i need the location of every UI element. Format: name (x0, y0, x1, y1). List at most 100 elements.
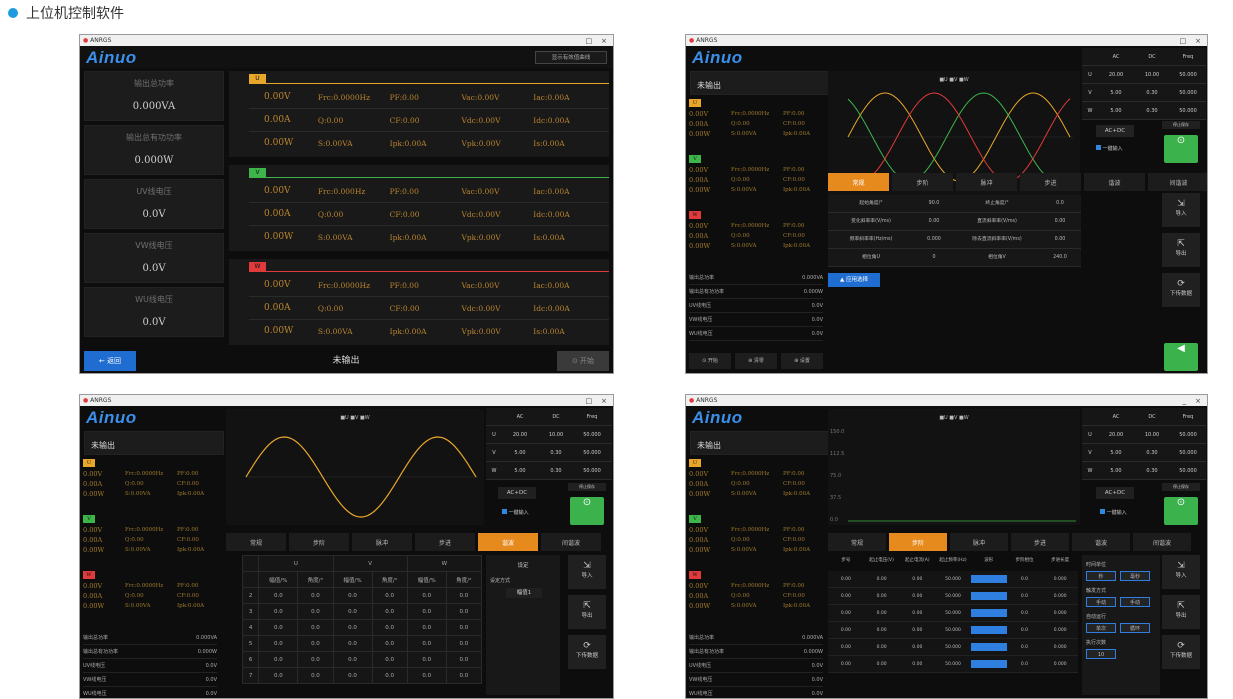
mode-tab[interactable]: 步进 (415, 533, 475, 551)
apply-green-button[interactable]: ⊙ (1164, 497, 1198, 525)
step-cell[interactable]: 0.00 (899, 594, 935, 599)
apply-selection-button[interactable]: ▲ 应用选择 (828, 273, 880, 287)
harmonic-cell[interactable]: 0.0 (406, 603, 447, 620)
mode-tab[interactable]: 步阶 (289, 533, 349, 551)
ac-dc-select[interactable]: AC+DC (498, 487, 536, 499)
harmonic-cell[interactable]: 0.0 (371, 587, 408, 604)
harmonic-cell[interactable]: 0.0 (258, 635, 299, 652)
step-cell[interactable] (970, 626, 1007, 634)
harmonic-cell[interactable]: 0.0 (406, 651, 447, 668)
mode-tab[interactable]: 常规 (828, 173, 889, 191)
harmonic-cell[interactable]: 0.0 (371, 619, 408, 636)
step-cell[interactable]: 50.000 (935, 577, 971, 582)
step-cell[interactable]: 50.000 (935, 611, 971, 616)
step-cell[interactable]: 0.00 (828, 594, 864, 599)
mode-tab[interactable]: 步进 (1020, 173, 1081, 191)
harmonic-cell[interactable]: 0.0 (258, 667, 299, 684)
close-button[interactable]: × (1195, 37, 1201, 45)
maximize-button[interactable]: □ (586, 37, 593, 45)
step-cell[interactable] (970, 660, 1007, 668)
stop-save-button[interactable]: 停止保存 (1162, 121, 1200, 129)
mode-tab[interactable]: 谐波 (1072, 533, 1130, 551)
harmonic-cell[interactable]: 0.0 (297, 651, 334, 668)
harmonic-cell[interactable]: 0.0 (371, 667, 408, 684)
step-cell[interactable]: 0.0 (1007, 645, 1043, 650)
step-cell[interactable]: 0.000 (1042, 611, 1078, 616)
side-action-button[interactable]: ⇱ 导出 (1162, 233, 1200, 267)
step-cell[interactable]: 0.000 (1042, 662, 1078, 667)
minimize-button[interactable]: _ (1183, 397, 1187, 405)
stop-save-button[interactable]: 停止保存 (568, 483, 606, 491)
step-cell[interactable]: 0.00 (899, 628, 935, 633)
maximize-button[interactable]: □ (1180, 37, 1187, 45)
side-action-button[interactable]: ⇱ 导出 (1162, 595, 1200, 629)
ac-dc-select[interactable]: AC+DC (1096, 125, 1134, 137)
step-cell[interactable]: 0.0 (1007, 611, 1043, 616)
show-curve-button[interactable]: 显示有效值曲线 (535, 51, 607, 64)
step-cell[interactable]: 0.00 (864, 611, 900, 616)
step-cell[interactable]: 0.00 (864, 645, 900, 650)
harmonic-cell[interactable]: 0.0 (445, 635, 483, 652)
one-key-checkbox[interactable]: 一键输入 (1100, 509, 1127, 516)
mode-tab[interactable]: 间谐波 (1148, 173, 1207, 191)
param-input[interactable]: 0.0 (1040, 195, 1080, 212)
step-cell[interactable]: 0.00 (899, 577, 935, 582)
back-button[interactable]: ← 返回 (84, 351, 136, 371)
option-button[interactable]: 手动 (1086, 597, 1116, 607)
mode-tab[interactable]: 常规 (226, 533, 286, 551)
harmonic-cell[interactable]: 0.0 (258, 619, 299, 636)
harmonic-cell[interactable]: 0.0 (332, 651, 373, 668)
harmonic-cell[interactable]: 0.0 (258, 651, 299, 668)
harmonic-cell[interactable]: 0.0 (445, 651, 483, 668)
apply-green-button[interactable]: ⊙ (570, 497, 604, 525)
step-cell[interactable]: 0.00 (864, 628, 900, 633)
stop-save-button[interactable]: 停止保存 (1162, 483, 1200, 491)
step-cell[interactable]: 0.000 (1042, 577, 1078, 582)
mode-tab[interactable]: 步阶 (889, 533, 947, 551)
step-cell[interactable]: 0.00 (864, 662, 900, 667)
option-button[interactable]: 手动 (1120, 597, 1150, 607)
step-cell[interactable]: 0.00 (828, 577, 864, 582)
one-key-checkbox[interactable]: 一键输入 (1096, 145, 1123, 152)
step-cell[interactable]: 50.000 (935, 662, 971, 667)
step-cell[interactable]: 0.0 (1007, 594, 1043, 599)
option-button[interactable]: 单次 (1086, 623, 1116, 633)
option-button[interactable]: 10 (1086, 649, 1116, 659)
option-button[interactable]: 循环 (1120, 623, 1150, 633)
harmonic-cell[interactable]: 0.0 (297, 667, 334, 684)
param-input[interactable]: 0.00 (1040, 231, 1080, 248)
side-action-button[interactable]: ⇲ 导入 (1162, 555, 1200, 589)
side-action-button[interactable]: ⇲ 导入 (568, 555, 606, 589)
harmonic-cell[interactable]: 0.0 (445, 587, 483, 604)
step-cell[interactable]: 0.000 (1042, 645, 1078, 650)
step-cell[interactable] (970, 575, 1007, 583)
step-cell[interactable]: 0.00 (864, 577, 900, 582)
harmonic-cell[interactable]: 0.0 (297, 635, 334, 652)
mode-tab[interactable]: 脉冲 (352, 533, 412, 551)
step-cell[interactable]: 0.00 (828, 611, 864, 616)
harmonic-cell[interactable]: 0.0 (332, 603, 373, 620)
bottom-action-button[interactable]: ⊕ 清零 (735, 353, 777, 369)
close-button[interactable]: × (1195, 397, 1201, 405)
mode-tab[interactable]: 脉冲 (956, 173, 1017, 191)
step-cell[interactable]: 0.00 (899, 611, 935, 616)
harmonic-cell[interactable]: 0.0 (332, 635, 373, 652)
step-cell[interactable] (970, 643, 1007, 651)
step-cell[interactable]: 50.000 (935, 594, 971, 599)
one-key-checkbox[interactable]: 一键输入 (502, 509, 529, 516)
harmonic-cell[interactable]: 0.0 (258, 587, 299, 604)
close-button[interactable]: × (601, 37, 607, 45)
param-input[interactable]: 0.00 (1040, 213, 1080, 230)
ac-dc-select[interactable]: AC+DC (1096, 487, 1134, 499)
side-action-button[interactable]: ⇱ 导出 (568, 595, 606, 629)
step-cell[interactable] (970, 592, 1007, 600)
harmonic-cell[interactable]: 0.0 (371, 651, 408, 668)
harmonic-cell[interactable]: 0.0 (297, 587, 334, 604)
mode-select[interactable]: 幅值1 (506, 588, 542, 598)
maximize-button[interactable]: □ (586, 397, 593, 405)
step-cell[interactable]: 50.000 (935, 645, 971, 650)
step-cell[interactable]: 0.00 (828, 662, 864, 667)
harmonic-cell[interactable]: 0.0 (332, 587, 373, 604)
harmonic-cell[interactable]: 0.0 (371, 603, 408, 620)
harmonic-cell[interactable]: 0.0 (332, 619, 373, 636)
